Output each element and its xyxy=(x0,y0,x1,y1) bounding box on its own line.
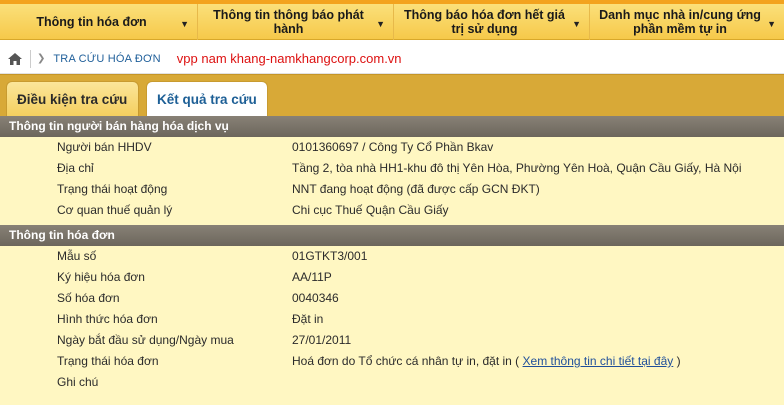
info-row: Số hóa đơn 0040346 xyxy=(0,288,784,309)
nav-item-printer-catalog[interactable]: Danh mục nhà in/cung ứng phần mềm tự in … xyxy=(590,4,784,40)
invoice-section-header: Thông tin hóa đơn xyxy=(0,225,784,246)
invoice-status-row: Trạng thái hóa đơn Hoá đơn do Tổ chức cá… xyxy=(0,351,784,372)
nav-item-expired-invoices[interactable]: Thông báo hóa đơn hết giá trị sử dụng ▼ xyxy=(394,4,590,40)
info-row: Trạng thái hoạt động NNT đang hoạt động … xyxy=(0,179,784,200)
tab-bar: Điều kiện tra cứu Kết quả tra cứu xyxy=(0,74,784,117)
nav-item-label: Danh mục nhà in/cung ứng phần mềm tự in xyxy=(599,8,761,36)
results-panel: Thông tin người bán hàng hóa dịch vụ Ngư… xyxy=(0,116,784,405)
row-label: Ngày bắt đầu sử dụng/Ngày mua xyxy=(57,333,234,347)
row-label: Mẫu số xyxy=(57,249,97,263)
row-label: Địa chỉ xyxy=(57,161,94,175)
row-label: Hình thức hóa đơn xyxy=(57,312,158,326)
caret-down-icon: ▼ xyxy=(180,19,189,29)
row-label: Cơ quan thuế quản lý xyxy=(57,203,173,217)
row-value: 0040346 xyxy=(292,291,339,305)
breadcrumb: ❯ TRA CỨU HÓA ĐƠN vpp nam khang-namkhang… xyxy=(0,44,784,74)
info-row: Địa chỉ Tầng 2, tòa nhà HH1-khu đô thị Y… xyxy=(0,158,784,179)
row-label: Ghi chú xyxy=(57,375,99,389)
row-value: NNT đang hoạt động (đã được cấp GCN ĐKT) xyxy=(292,182,540,196)
tab-search-conditions[interactable]: Điều kiện tra cứu xyxy=(6,81,139,117)
row-label: Ký hiệu hóa đơn xyxy=(57,270,145,284)
row-label: Trạng thái hoạt động xyxy=(57,182,168,196)
caret-down-icon: ▼ xyxy=(767,19,776,29)
row-value: Tầng 2, tòa nhà HH1-khu đô thị Yên Hòa, … xyxy=(292,161,742,175)
row-value: Hoá đơn do Tổ chức cá nhân tự in, đặt in… xyxy=(292,351,681,372)
nav-item-issuance-notice[interactable]: Thông tin thông báo phát hành ▼ xyxy=(198,4,394,40)
caret-down-icon: ▼ xyxy=(376,19,385,29)
row-value: Đặt in xyxy=(292,312,324,326)
row-value: 27/01/2011 xyxy=(292,333,352,347)
watermark-note: vpp nam khang-namkhangcorp.com.vn xyxy=(176,51,402,66)
info-row: Ghi chú xyxy=(0,372,784,393)
caret-down-icon: ▼ xyxy=(572,19,581,29)
row-value: AA/11P xyxy=(292,270,332,284)
info-row: Người bán HHDV 0101360697 / Công Ty Cổ P… xyxy=(0,137,784,158)
home-icon[interactable] xyxy=(8,52,22,65)
info-row: Mẫu số 01GTKT3/001 xyxy=(0,246,784,267)
nav-item-label: Thông tin hóa đơn xyxy=(36,15,147,29)
status-text: Hoá đơn do Tổ chức cá nhân tự in, đặt in… xyxy=(292,354,520,368)
status-text-end: ) xyxy=(676,354,681,368)
main-nav: Thông tin hóa đơn ▼ Thông tin thông báo … xyxy=(0,4,784,40)
info-row: Ngày bắt đầu sử dụng/Ngày mua 27/01/2011 xyxy=(0,330,784,351)
breadcrumb-divider xyxy=(30,49,31,68)
row-value: Chi cục Thuế Quận Cầu Giấy xyxy=(292,203,449,217)
row-value: 0101360697 / Công Ty Cổ Phần Bkav xyxy=(292,140,494,154)
info-row: Ký hiệu hóa đơn AA/11P xyxy=(0,267,784,288)
row-value: 01GTKT3/001 xyxy=(292,249,368,263)
seller-section-header: Thông tin người bán hàng hóa dịch vụ xyxy=(0,116,784,137)
row-label: Số hóa đơn xyxy=(57,291,120,305)
tab-search-results[interactable]: Kết quả tra cứu xyxy=(146,81,268,117)
info-row: Hình thức hóa đơn Đặt in xyxy=(0,309,784,330)
row-label: Người bán HHDV xyxy=(57,140,152,154)
info-row: Cơ quan thuế quản lý Chi cục Thuế Quận C… xyxy=(0,200,784,221)
nav-item-invoice-info[interactable]: Thông tin hóa đơn ▼ xyxy=(0,4,198,40)
details-link[interactable]: Xem thông tin chi tiết tại đây xyxy=(523,354,674,368)
breadcrumb-current[interactable]: TRA CỨU HÓA ĐƠN xyxy=(53,53,160,65)
nav-item-label: Thông tin thông báo phát hành xyxy=(213,8,364,36)
chevron-right-icon: ❯ xyxy=(37,53,46,64)
row-label: Trạng thái hóa đơn xyxy=(57,354,159,368)
nav-item-label: Thông báo hóa đơn hết giá trị sử dụng xyxy=(404,8,565,36)
